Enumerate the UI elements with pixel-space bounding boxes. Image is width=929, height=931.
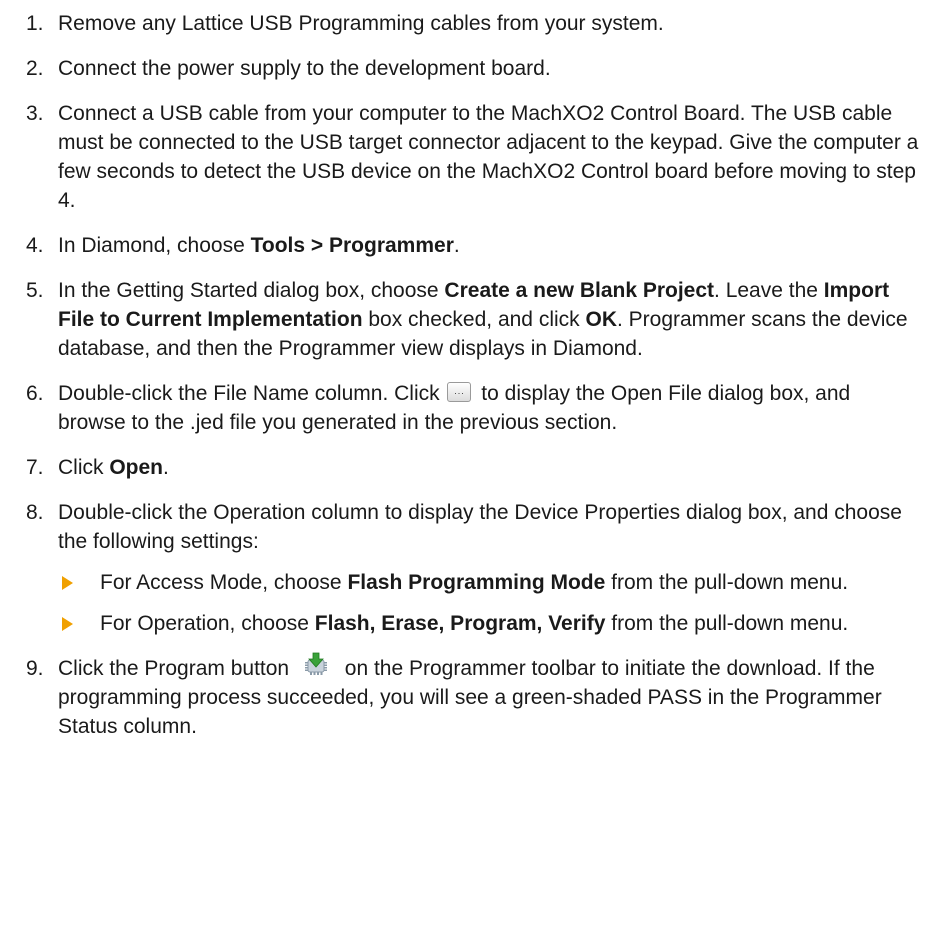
step-text: Click Open. bbox=[58, 453, 919, 482]
bold-term: Flash, Erase, Program, Verify bbox=[314, 612, 606, 635]
text-run: Remove any Lattice USB Programming cable… bbox=[58, 12, 664, 35]
text-run: Connect the power supply to the developm… bbox=[58, 57, 551, 80]
list-item: 6. Double-click the File Name column. Cli… bbox=[26, 379, 919, 437]
list-item: 5. In the Getting Started dialog box, cho… bbox=[26, 276, 919, 363]
text-run: In Diamond, choose bbox=[58, 234, 251, 257]
sub-list-item: For Operation, choose Flash, Erase, Prog… bbox=[58, 609, 919, 638]
bold-term: Open bbox=[109, 456, 164, 479]
bold-term: Tools > Programmer bbox=[250, 234, 454, 257]
bold-term: Flash Programming Mode bbox=[347, 571, 606, 594]
step-text: Connect a USB cable from your computer t… bbox=[58, 99, 919, 215]
step-text: Connect the power supply to the developm… bbox=[58, 54, 919, 83]
text-run: . bbox=[163, 456, 169, 479]
text-run: from the pull-down menu. bbox=[605, 612, 849, 635]
list-item: 4. In Diamond, choose Tools > Programmer. bbox=[26, 231, 919, 260]
text-run: For Access Mode, choose bbox=[100, 571, 348, 594]
instruction-list: 1. Remove any Lattice USB Programming cab… bbox=[0, 0, 929, 741]
list-item: 9. Click the Program button on the Progra… bbox=[26, 653, 919, 741]
step-text: In Diamond, choose Tools > Programmer. bbox=[58, 231, 919, 260]
step-text: In the Getting Started dialog box, choos… bbox=[58, 276, 919, 363]
list-item: 2. Connect the power supply to the develo… bbox=[26, 54, 919, 83]
text-run: Click bbox=[58, 456, 110, 479]
list-item: 7. Click Open. bbox=[26, 453, 919, 482]
bold-term: OK bbox=[585, 308, 617, 331]
triangle-bullet-icon bbox=[58, 609, 100, 638]
step-number: 1. bbox=[26, 12, 44, 35]
step-text: Double-click the File Name column. Click… bbox=[58, 379, 919, 437]
text-run: Double-click the Operation column to dis… bbox=[58, 501, 902, 553]
sub-list-item: For Access Mode, choose Flash Programmin… bbox=[58, 568, 919, 597]
step-number: 7. bbox=[26, 456, 44, 479]
step-text: Double-click the Operation column to dis… bbox=[58, 498, 919, 638]
step-text: Remove any Lattice USB Programming cable… bbox=[58, 9, 919, 38]
list-item: 3. Connect a USB cable from your computer… bbox=[26, 99, 919, 215]
step-number: 9. bbox=[26, 657, 44, 680]
triangle-bullet-icon bbox=[58, 568, 100, 597]
program-download-icon bbox=[304, 653, 327, 676]
text-run: Click the Program button bbox=[58, 657, 295, 680]
step-text: Click the Program button on the Programm… bbox=[58, 653, 919, 741]
text-run: For Operation, choose bbox=[100, 612, 315, 635]
text-run: from the pull-down menu. bbox=[605, 571, 849, 594]
sub-step-text: For Access Mode, choose Flash Programmin… bbox=[100, 568, 919, 597]
text-run: box checked, and click bbox=[362, 308, 586, 331]
browse-button-icon: ... bbox=[447, 382, 472, 403]
text-run: Double-click the File Name column. Click bbox=[58, 382, 446, 405]
text-run: . bbox=[453, 234, 460, 257]
text-run: In the Getting Started dialog box, choos… bbox=[58, 279, 445, 302]
step-number: 6. bbox=[26, 382, 44, 405]
step-number: 5. bbox=[26, 279, 44, 302]
text-run: . Leave the bbox=[714, 279, 824, 302]
list-item: 1. Remove any Lattice USB Programming cab… bbox=[26, 9, 919, 38]
step-number: 3. bbox=[26, 102, 44, 125]
step-number: 4. bbox=[26, 234, 44, 257]
bold-term: Create a new Blank Project bbox=[444, 279, 715, 302]
step-number: 2. bbox=[26, 57, 44, 80]
sub-step-text: For Operation, choose Flash, Erase, Prog… bbox=[100, 609, 919, 638]
text-run: Connect a USB cable from your computer t… bbox=[58, 102, 919, 212]
list-item: 8. Double-click the Operation column to d… bbox=[26, 498, 919, 638]
step-number: 8. bbox=[26, 501, 44, 524]
